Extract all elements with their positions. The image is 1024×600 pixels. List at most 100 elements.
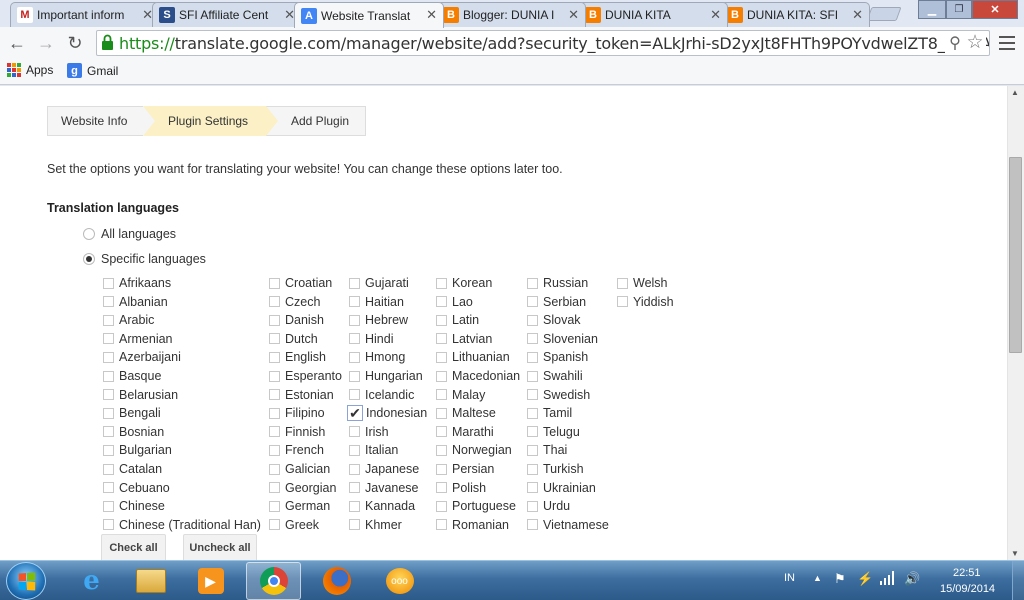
language-option[interactable]: Chinese (Traditional Han) [103, 517, 261, 533]
language-checkbox[interactable] [527, 333, 538, 345]
language-option[interactable]: Romanian [436, 517, 509, 533]
language-option[interactable]: Portuguese [436, 498, 516, 514]
language-checkbox[interactable] [527, 519, 538, 531]
language-checkbox[interactable] [269, 519, 280, 531]
language-option[interactable]: Latvian [436, 331, 492, 347]
language-option[interactable]: Danish [269, 312, 324, 328]
language-option[interactable]: Gujarati [349, 275, 409, 291]
bookmark-apps[interactable]: Apps [7, 63, 53, 77]
language-option[interactable]: Norwegian [436, 442, 512, 458]
language-checkbox[interactable] [436, 389, 447, 401]
language-option[interactable]: Hebrew [349, 312, 408, 328]
language-checkbox[interactable] [436, 296, 447, 308]
language-option[interactable]: Japanese [349, 461, 419, 477]
language-option[interactable]: Turkish [527, 461, 584, 477]
bookmark-gmail[interactable]: g Gmail [67, 63, 118, 78]
language-checkbox[interactable] [269, 351, 280, 363]
language-indicator[interactable]: IN [784, 572, 795, 584]
bookmark-star-icon[interactable]: ☆ [964, 31, 986, 53]
radio-all-languages[interactable]: All languages [83, 226, 176, 242]
tab-close-icon[interactable]: ✕ [849, 7, 863, 23]
language-checkbox[interactable] [269, 389, 280, 401]
language-checkbox[interactable] [269, 463, 280, 475]
language-checkbox[interactable] [103, 426, 114, 438]
language-option[interactable]: Telugu [527, 424, 580, 440]
language-checkbox[interactable] [103, 500, 114, 512]
language-option[interactable]: Afrikaans [103, 275, 171, 291]
show-hidden-icons-icon[interactable]: ▲ [813, 573, 822, 583]
language-option[interactable]: Korean [436, 275, 492, 291]
language-checkbox[interactable] [436, 407, 447, 419]
scrollbar-thumb[interactable] [1009, 157, 1022, 353]
language-option[interactable]: Bulgarian [103, 442, 172, 458]
language-checkbox[interactable] [349, 519, 360, 531]
language-checkbox[interactable] [617, 277, 628, 289]
language-option[interactable]: Georgian [269, 480, 336, 496]
language-checkbox[interactable] [349, 444, 360, 456]
language-checkbox[interactable] [103, 407, 114, 419]
language-option[interactable]: Latin [436, 312, 479, 328]
language-checkbox[interactable] [527, 314, 538, 326]
language-option[interactable]: Hungarian [349, 368, 423, 384]
language-checkbox[interactable] [269, 500, 280, 512]
language-option[interactable]: Marathi [436, 424, 494, 440]
language-checkbox[interactable] [269, 370, 280, 382]
language-checkbox[interactable] [527, 370, 538, 382]
address-bar[interactable]: https://translate.google.com/manager/web… [96, 30, 990, 56]
language-checkbox[interactable] [349, 333, 360, 345]
language-option[interactable]: Persian [436, 461, 494, 477]
clock-time[interactable]: 22:51 [953, 567, 981, 579]
language-checkbox[interactable] [527, 500, 538, 512]
language-checkbox[interactable] [349, 426, 360, 438]
minimize-button[interactable]: ▁ [918, 0, 946, 19]
power-icon[interactable]: ⚡ [857, 571, 873, 587]
close-window-button[interactable]: ✕ [972, 0, 1018, 19]
language-option[interactable]: Hmong [349, 349, 405, 365]
language-option[interactable]: Armenian [103, 331, 173, 347]
language-option[interactable]: Cebuano [103, 480, 170, 496]
language-checkbox[interactable] [349, 463, 360, 475]
action-center-flag-icon[interactable]: ⚑ [834, 571, 846, 587]
language-option[interactable]: Polish [436, 480, 486, 496]
language-checkbox[interactable] [527, 277, 538, 289]
language-option[interactable]: Icelandic [349, 387, 414, 403]
language-option[interactable]: French [269, 442, 324, 458]
volume-icon[interactable]: 🔊 [904, 571, 920, 587]
tab[interactable]: A Website Translat ✕ [294, 2, 444, 28]
tab[interactable]: M Important inform ✕ [10, 2, 160, 27]
language-checkbox[interactable] [349, 500, 360, 512]
tab-close-icon[interactable]: ✕ [139, 7, 153, 23]
language-checkbox[interactable] [269, 314, 280, 326]
language-checkbox[interactable] [103, 333, 114, 345]
language-option[interactable]: ✔ Indonesian [347, 405, 427, 422]
language-checkbox[interactable] [436, 500, 447, 512]
network-icon[interactable] [880, 571, 894, 588]
language-checkbox[interactable] [349, 277, 360, 289]
language-option[interactable]: Azerbaijani [103, 349, 181, 365]
language-option[interactable]: Albanian [103, 294, 168, 310]
language-option[interactable]: Welsh [617, 275, 668, 291]
language-option[interactable]: Dutch [269, 331, 318, 347]
radio-button[interactable] [83, 253, 95, 265]
language-checkbox[interactable] [436, 463, 447, 475]
language-checkbox[interactable] [349, 389, 360, 401]
language-option[interactable]: Maltese [436, 405, 496, 421]
language-checkbox[interactable] [103, 370, 114, 382]
check-all-button[interactable]: Check all [101, 534, 166, 560]
start-button[interactable] [6, 562, 46, 600]
taskbar-media-player[interactable]: ▶ [183, 562, 238, 600]
language-checkbox[interactable] [103, 519, 114, 531]
language-checkbox[interactable] [527, 482, 538, 494]
language-option[interactable]: Filipino [269, 405, 325, 421]
taskbar-internet-explorer[interactable]: e [64, 562, 119, 600]
language-checkbox[interactable] [349, 314, 360, 326]
language-option[interactable]: Chinese [103, 498, 165, 514]
step-website-info[interactable]: Website Info [47, 106, 147, 136]
radio-specific-languages[interactable]: Specific languages [83, 251, 206, 267]
tab-close-icon[interactable]: ✕ [707, 7, 721, 23]
language-checkbox[interactable] [103, 277, 114, 289]
taskbar-messenger[interactable]: ooo [372, 562, 427, 600]
step-add-plugin[interactable]: Add Plugin [266, 106, 366, 136]
language-option[interactable]: Bengali [103, 405, 161, 421]
language-checkbox[interactable] [349, 351, 360, 363]
